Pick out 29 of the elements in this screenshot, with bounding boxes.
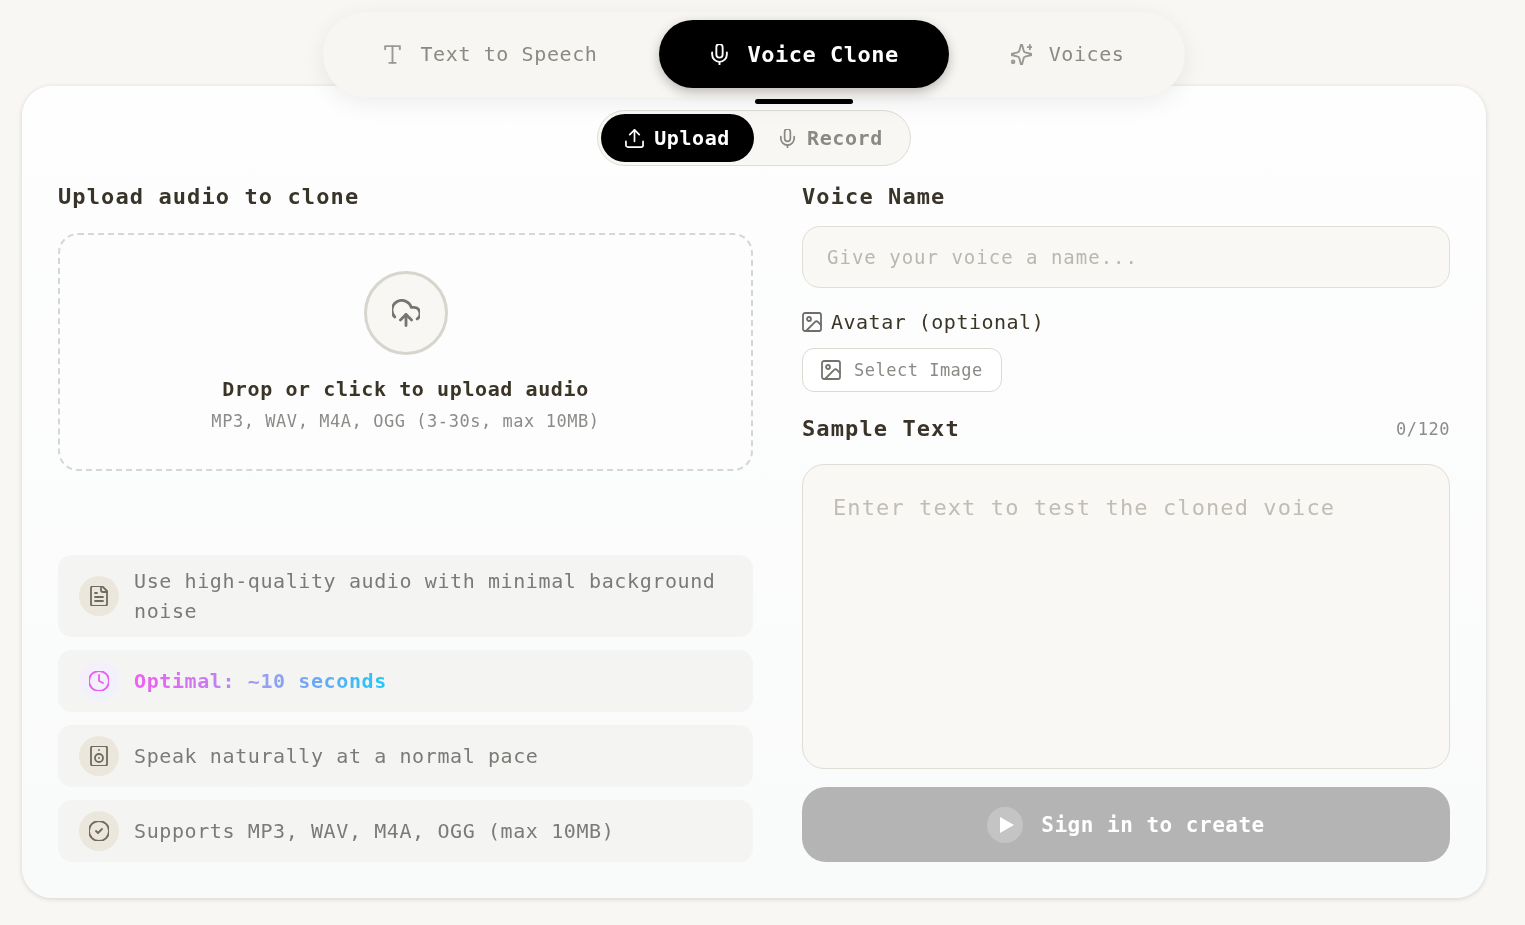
section-heading: Upload audio to clone (58, 183, 361, 211)
sparkles-icon (1010, 43, 1032, 65)
sample-text-input[interactable]: Enter text to test the cloned voice (802, 464, 1450, 769)
tip-text: Speak naturally at a normal pace (134, 743, 539, 770)
character-counter: 0/120 (1396, 419, 1450, 439)
dropzone-title: Drop or click to upload audio (222, 376, 589, 403)
check-circle-icon (79, 811, 119, 851)
tab[interactable]: Voices (960, 20, 1175, 88)
microphone-icon (709, 43, 731, 65)
upload-dropzone[interactable]: Drop or click to upload audio MP3, WAV, M4A, OGG (3-30s, max 10MB) (58, 233, 753, 471)
letter-t-icon (382, 43, 404, 65)
section-heading: Voice Name (802, 183, 947, 211)
image-icon (821, 360, 841, 380)
avatar-label: Avatar (optional) (831, 309, 1045, 336)
play-icon (987, 806, 1024, 843)
tip-text: Supports MP3, WAV, M4A, OGG (max 10MB) (134, 818, 615, 845)
voice-name-input[interactable]: Give your voice a name... (802, 226, 1450, 288)
dropzone-hint: MP3, WAV, M4A, OGG (3-30s, max 10MB) (211, 410, 600, 433)
tip-text: Use high-quality audio with minimal background noise (134, 568, 717, 625)
microphone-icon (778, 128, 797, 148)
select-image-button[interactable]: Select Image (802, 348, 1002, 392)
section-heading: Sample Text (802, 415, 960, 443)
segment-tab[interactable]: Upload (601, 114, 754, 162)
image-icon (802, 312, 822, 332)
segment-tab[interactable]: Record (754, 114, 907, 162)
upload-icon (625, 128, 645, 148)
document-icon (79, 576, 119, 616)
clock-icon (79, 661, 119, 701)
speaker-icon (79, 736, 119, 776)
